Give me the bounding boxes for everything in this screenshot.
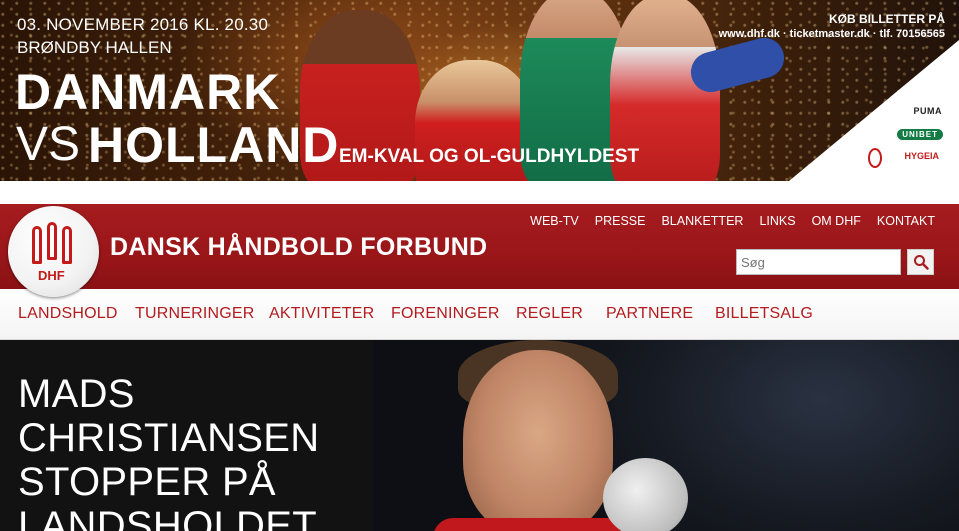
nav-item-foreninger[interactable]: FORENINGER bbox=[391, 304, 500, 324]
sponsor-puma-logo: PUMA bbox=[913, 106, 942, 116]
top-link-om-dhf[interactable]: OM DHF bbox=[812, 213, 861, 229]
banner-spacer bbox=[0, 181, 959, 204]
nav-item-regler[interactable]: REGLER bbox=[516, 304, 583, 324]
logo-figure-icon bbox=[47, 222, 57, 260]
logo-text: DHF bbox=[38, 268, 65, 283]
top-link-links[interactable]: LINKS bbox=[759, 213, 795, 229]
nav-item-billetsalg[interactable]: BILLETSALG bbox=[715, 304, 813, 324]
hero-image[interactable] bbox=[373, 340, 959, 531]
site-title[interactable]: DANSK HÅNDBOLD FORBUND bbox=[110, 232, 487, 262]
banner-team-home: DANMARK bbox=[15, 64, 281, 120]
utility-nav: WEB-TV PRESSE BLANKETTER LINKS OM DHF KO… bbox=[530, 213, 935, 229]
banner-ticket-urls: www.dhf.dk · ticketmaster.dk · tlf. 7015… bbox=[718, 28, 945, 40]
top-link-kontakt[interactable]: KONTAKT bbox=[877, 213, 935, 229]
banner-date: 03. NOVEMBER 2016 KL. 20.30 bbox=[17, 15, 269, 34]
top-link-web-tv[interactable]: WEB-TV bbox=[530, 213, 579, 229]
nav-item-landshold[interactable]: LANDSHOLD bbox=[18, 304, 118, 324]
hero-player-shirt bbox=[433, 518, 633, 531]
sponsor-dhf-logo bbox=[868, 148, 882, 168]
handball-image bbox=[603, 458, 688, 531]
top-link-presse[interactable]: PRESSE bbox=[595, 213, 646, 229]
banner-venue: BRØNDBY HALLEN bbox=[17, 38, 172, 57]
hero-headline[interactable]: MADS CHRISTIANSEN STOPPER PÅ LANDSHOLDET bbox=[18, 372, 368, 531]
banner-vs: VS bbox=[16, 118, 81, 171]
search-icon bbox=[913, 255, 929, 270]
logo-figure-icon bbox=[62, 226, 72, 264]
event-banner[interactable]: 03. NOVEMBER 2016 KL. 20.30 BRØNDBY HALL… bbox=[0, 0, 959, 181]
search-button[interactable] bbox=[907, 249, 934, 275]
search-input[interactable] bbox=[736, 249, 901, 275]
banner-subtitle: EM-KVAL OG OL-GULDHYLDEST bbox=[339, 146, 640, 167]
logo-figure-icon bbox=[32, 226, 42, 264]
hero-player-face bbox=[463, 350, 613, 531]
nav-item-turneringer[interactable]: TURNERINGER bbox=[135, 304, 255, 324]
nav-item-partnere[interactable]: PARTNERE bbox=[606, 304, 693, 324]
top-link-blanketter[interactable]: BLANKETTER bbox=[661, 213, 743, 229]
sponsor-unibet-logo: UNIBET bbox=[897, 129, 943, 140]
banner-buy-tickets: KØB BILLETTER PÅ bbox=[829, 12, 945, 26]
banner-team-away: HOLLAND bbox=[88, 117, 340, 173]
nav-item-aktiviteter[interactable]: AKTIVITETER bbox=[269, 304, 374, 324]
sponsor-hygeia-logo: HYGEIA bbox=[904, 151, 939, 161]
dhf-logo[interactable]: DHF bbox=[8, 206, 99, 297]
